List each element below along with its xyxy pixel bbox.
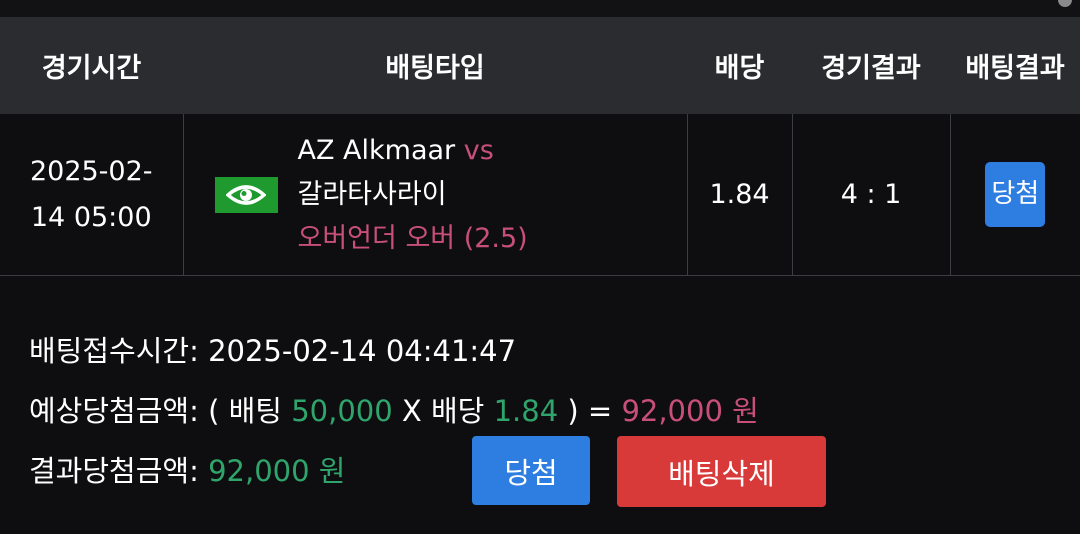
result-win-line: 결과당첨금액: 92,000 원 [29,448,345,490]
bet-open: ( 배팅 [208,394,282,428]
received-time-line: 배팅접수시간: 2025-02-14 04:41:47 [29,328,516,370]
bet-pick: 오버언더 오버 (2.5) [297,222,528,254]
close-equals: ) = [567,394,613,428]
stake-amount: 50,000 [291,394,393,428]
game-time-cell: 2025-02- 14 05:00 [0,114,184,276]
odds-value: 1.84 [493,394,559,428]
game-date: 2025-02- [29,155,153,187]
match-teams: AZ Alkmaar vs [298,129,528,173]
win-button[interactable]: 당첨 [472,436,590,505]
x-odds: X 배당 [401,394,485,428]
header-bet-type: 배팅타입 [183,17,687,114]
header-odds: 배당 [687,17,792,114]
expected-win-label: 예상당첨금액: [29,394,199,428]
received-time-label: 배팅접수시간: [29,334,199,368]
expected-win-line: 예상당첨금액: ( 배팅 50,000 X 배당 1.84 ) = 92,000… [29,388,759,430]
eye-icon[interactable] [214,176,278,213]
expected-win-amount: 92,000 원 [621,394,759,428]
header-game-time: 경기시간 [0,17,183,114]
result-win-amount: 92,000 원 [208,454,346,488]
result-win-label: 결과당첨금액: [29,454,199,488]
odds-cell: 1.84 [686,114,793,276]
top-bar [0,0,1080,17]
table-header-row: 경기시간 배팅타입 배당 경기결과 배팅결과 [0,17,1080,114]
away-team: 갈라타사라이 [297,178,447,210]
delete-bet-button[interactable]: 배팅삭제 [617,436,826,507]
score-cell: 4 : 1 [791,114,951,276]
table-row: 2025-02- 14 05:00 AZ Alkmaar vs 갈라타사라이 오… [0,114,1080,276]
scroll-indicator [1058,0,1072,7]
game-time: 14 05:00 [30,201,152,233]
header-bet-result: 배팅결과 [950,17,1080,114]
bet-type-cell: AZ Alkmaar vs 갈라타사라이 오버언더 오버 (2.5) [182,114,688,276]
win-badge: 당첨 [985,162,1046,227]
bet-result-cell: 당첨 [949,114,1080,276]
vs-label: vs [463,134,494,166]
bet-table: 경기시간 배팅타입 배당 경기결과 배팅결과 2025-02- 14 05:00 [0,17,1080,276]
received-time-value: 2025-02-14 04:41:47 [208,334,517,368]
home-team: AZ Alkmaar [297,134,456,166]
header-game-result: 경기결과 [792,17,950,114]
